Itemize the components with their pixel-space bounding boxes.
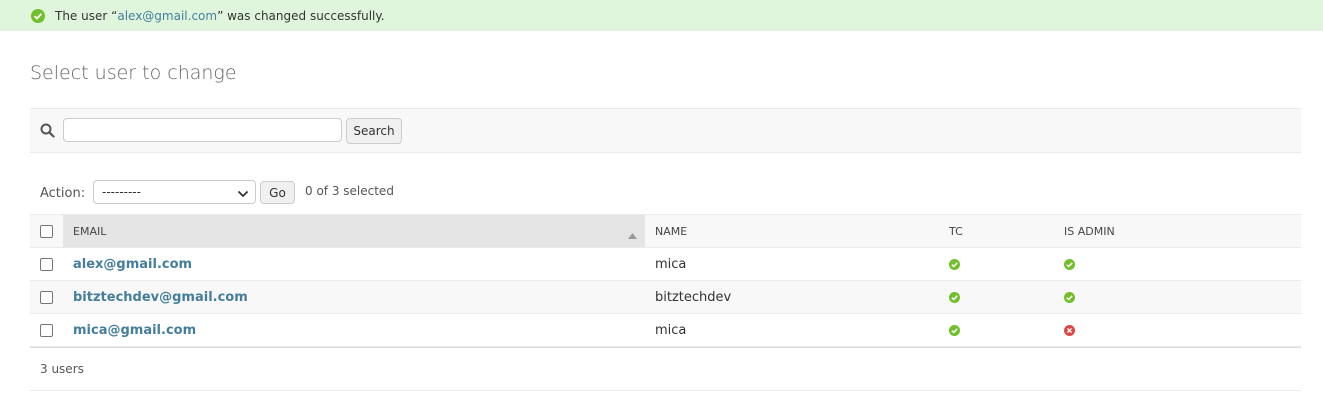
user-email-link[interactable]: bitztechdev@gmail.com [73, 290, 248, 305]
paginator: 3 users [30, 347, 1301, 391]
search-input[interactable] [63, 118, 342, 142]
search-icon [40, 123, 55, 138]
action-label: Action: [40, 186, 86, 201]
user-email-link[interactable]: alex@gmail.com [73, 257, 192, 272]
row-checkbox-cell [30, 313, 63, 347]
tc-cell [939, 247, 1054, 281]
check-circle-icon [949, 324, 960, 336]
email-cell: alex@gmail.com [63, 247, 645, 281]
email-cell: mica@gmail.com [63, 313, 645, 347]
result-count: 3 users [40, 362, 84, 376]
results-table: EMAIL NAME TC IS ADMIN alex@gmail.com mic… [30, 214, 1301, 347]
success-message: The user “alex@gmail.com” was changed su… [0, 0, 1323, 31]
name-cell: mica [645, 313, 939, 347]
column-header-tc[interactable]: TC [939, 214, 1054, 248]
table-row: alex@gmail.com mica [30, 247, 1301, 281]
row-checkbox-cell [30, 247, 63, 281]
table-header-row: EMAIL NAME TC IS ADMIN [30, 214, 1301, 248]
name-cell: mica [645, 247, 939, 281]
message-prefix: The user “ [55, 8, 118, 23]
column-header-email[interactable]: EMAIL [63, 214, 645, 248]
check-circle-icon [1064, 258, 1075, 270]
row-checkbox[interactable] [40, 323, 53, 337]
is-admin-cell [1054, 247, 1301, 281]
select-all-checkbox[interactable] [40, 224, 53, 238]
select-all-header [30, 214, 63, 248]
row-checkbox[interactable] [40, 290, 53, 304]
is-admin-cell [1054, 280, 1301, 314]
action-select-value: --------- [102, 185, 141, 199]
row-checkbox-cell [30, 280, 63, 314]
chevron-down-icon [237, 188, 249, 198]
table-row: bitztechdev@gmail.com bitztechdev [30, 280, 1301, 314]
sort-ascending-icon[interactable] [628, 229, 637, 239]
tc-cell [939, 313, 1054, 347]
table-row: mica@gmail.com mica [30, 313, 1301, 347]
is-admin-cell [1054, 313, 1301, 347]
page-title: Select user to change [30, 62, 237, 84]
search-button[interactable]: Search [346, 118, 402, 144]
selection-counter: 0 of 3 selected [305, 184, 394, 198]
message-suffix: ” was changed successfully. [217, 8, 385, 23]
search-toolbar: Search [30, 108, 1301, 153]
email-cell: bitztechdev@gmail.com [63, 280, 645, 314]
x-circle-icon [1064, 324, 1075, 336]
check-circle-icon [949, 258, 960, 270]
row-checkbox[interactable] [40, 257, 53, 271]
actions-bar: Action: --------- Go 0 of 3 selected [30, 176, 1301, 210]
column-header-name[interactable]: NAME [645, 214, 939, 248]
tc-cell [939, 280, 1054, 314]
message-user-link[interactable]: alex@gmail.com [117, 9, 217, 23]
check-circle-icon [31, 8, 45, 23]
column-header-is-admin[interactable]: IS ADMIN [1054, 214, 1301, 248]
name-cell: bitztechdev [645, 280, 939, 314]
check-circle-icon [949, 291, 960, 303]
user-email-link[interactable]: mica@gmail.com [73, 323, 196, 338]
action-select[interactable]: --------- [93, 180, 256, 204]
go-button[interactable]: Go [260, 181, 295, 204]
column-header-email-label: EMAIL [73, 224, 107, 238]
check-circle-icon [1064, 291, 1075, 303]
